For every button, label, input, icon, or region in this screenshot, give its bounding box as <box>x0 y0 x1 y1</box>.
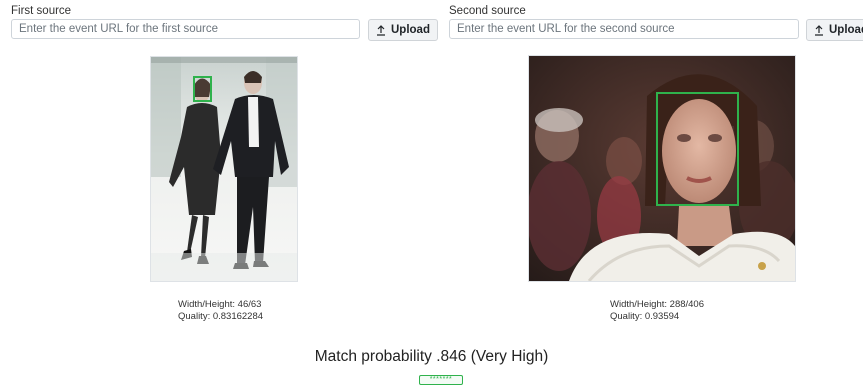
upload-icon <box>377 24 385 36</box>
first-image-quality: Quality: 0.83162284 <box>178 311 264 322</box>
second-source-url-input[interactable] <box>449 19 799 39</box>
first-source-label: First source <box>11 5 72 17</box>
second-upload-label: Upload <box>829 24 863 36</box>
second-image-info: Width/Height: 288/406 Quality: 0.93594 <box>610 299 704 323</box>
match-probability-text: Match probability .846 (Very High) <box>314 348 549 365</box>
second-upload-button[interactable]: Upload <box>806 19 863 41</box>
match-rating-badge: ******* <box>419 375 463 385</box>
upload-icon <box>815 24 823 36</box>
first-upload-label: Upload <box>391 24 430 36</box>
first-image-info: Width/Height: 46/63 Quality: 0.83162284 <box>178 299 263 323</box>
first-source-image <box>150 56 298 282</box>
second-source-image <box>528 55 796 282</box>
first-image-dimensions: Width/Height: 46/63 <box>178 299 262 310</box>
second-face-detection-box <box>656 92 739 206</box>
first-source-url-input[interactable] <box>11 19 360 39</box>
first-source-photo <box>151 57 297 281</box>
second-source-label: Second source <box>449 5 526 17</box>
first-face-detection-box <box>193 76 212 102</box>
first-upload-button[interactable]: Upload <box>368 19 438 41</box>
second-image-quality: Quality: 0.93594 <box>610 311 680 322</box>
second-image-dimensions: Width/Height: 288/406 <box>610 299 705 310</box>
